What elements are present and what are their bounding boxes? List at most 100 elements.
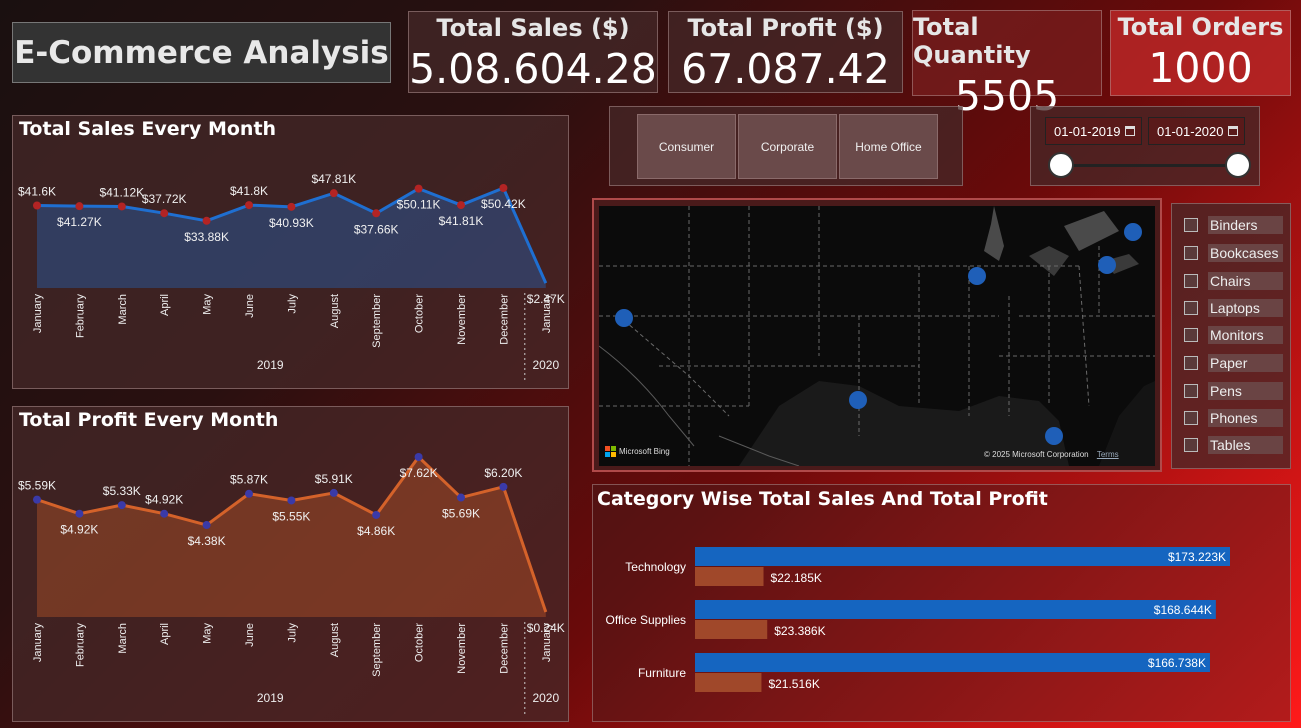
end-date-value: 01-01-2020: [1157, 123, 1224, 139]
kpi-value: 67.087.42: [681, 45, 890, 93]
data-point[interactable]: [372, 209, 381, 218]
data-point[interactable]: [160, 509, 169, 518]
checkbox[interactable]: [1184, 384, 1198, 398]
data-point[interactable]: [499, 482, 508, 491]
kpi-value: 5.08.604.28: [409, 45, 657, 93]
data-point[interactable]: [329, 189, 338, 198]
sub-category-item-paper[interactable]: Paper: [1184, 353, 1283, 373]
segment-button-home-office[interactable]: Home Office: [839, 114, 938, 179]
sub-category-slicer: Binders Bookcases Chairs Laptops Monitor…: [1171, 203, 1291, 469]
data-point[interactable]: [457, 493, 465, 502]
data-point[interactable]: [245, 489, 253, 498]
data-point[interactable]: [287, 496, 296, 505]
sub-category-item-binders[interactable]: Binders: [1184, 215, 1283, 235]
checkbox[interactable]: [1184, 438, 1198, 452]
checkbox[interactable]: [1184, 246, 1198, 260]
data-point[interactable]: [33, 495, 41, 504]
x-tick-label: June: [244, 623, 256, 647]
data-point[interactable]: [202, 521, 211, 530]
sub-category-item-tables[interactable]: Tables: [1184, 435, 1283, 455]
sub-category-item-chairs[interactable]: Chairs: [1184, 271, 1283, 291]
map-copyright: © 2025 Microsoft Corporation: [984, 450, 1089, 459]
x-tick-label: April: [159, 294, 171, 316]
data-label: $47.81K: [311, 172, 356, 186]
data-point[interactable]: [160, 209, 169, 218]
bar-profit[interactable]: [695, 620, 768, 639]
x-tick-label: November: [456, 294, 468, 345]
date-slider-start-handle[interactable]: [1048, 152, 1074, 178]
segment-button-consumer[interactable]: Consumer: [637, 114, 736, 179]
x-tick-label: July: [286, 294, 298, 314]
checkbox[interactable]: [1184, 301, 1198, 315]
data-label: $37.72K: [142, 192, 187, 206]
data-point[interactable]: [117, 501, 126, 510]
data-label: $41.81K: [439, 214, 484, 228]
bar-sales[interactable]: [695, 653, 1210, 672]
data-label: $23.386K: [774, 624, 825, 638]
bar-sales[interactable]: [695, 547, 1230, 566]
x-tick-label: January: [541, 623, 553, 663]
sub-category-label: Bookcases: [1208, 244, 1283, 262]
data-label: $22.185K: [771, 571, 822, 585]
sub-category-item-bookcases[interactable]: Bookcases: [1184, 243, 1283, 263]
data-point[interactable]: [329, 488, 338, 497]
data-point[interactable]: [287, 202, 296, 211]
checkbox[interactable]: [1184, 274, 1198, 288]
data-point[interactable]: [75, 509, 84, 518]
data-point[interactable]: [499, 184, 508, 192]
kpi-total-sales: Total Sales ($) 5.08.604.28: [408, 11, 658, 93]
checkbox[interactable]: [1184, 218, 1198, 232]
x-tick-label: August: [329, 623, 341, 657]
sub-category-item-laptops[interactable]: Laptops: [1184, 298, 1283, 318]
us-map[interactable]: Microsoft Bing © 2025 Microsoft Corporat…: [599, 206, 1155, 466]
data-point[interactable]: [457, 201, 465, 210]
end-date-input[interactable]: 01-01-2020: [1148, 117, 1245, 145]
data-label: $50.11K: [397, 198, 441, 212]
data-point[interactable]: [414, 453, 423, 461]
x-tick-label: February: [74, 294, 86, 339]
bar-sales[interactable]: [695, 600, 1216, 619]
calendar-icon[interactable]: [1228, 126, 1238, 136]
kpi-value: 1000: [1148, 44, 1253, 92]
x-tick-label: December: [498, 623, 510, 674]
data-point[interactable]: [414, 184, 423, 193]
x-tick-label: February: [74, 623, 86, 668]
data-label: $41.6K: [18, 184, 56, 198]
calendar-icon[interactable]: [1125, 126, 1135, 136]
data-label: $4.92K: [145, 493, 183, 507]
map-basemap: [599, 206, 1155, 466]
data-point[interactable]: [202, 216, 211, 225]
x-tick-label: October: [414, 294, 426, 333]
sub-category-label: Laptops: [1208, 299, 1283, 317]
sub-category-item-pens[interactable]: Pens: [1184, 381, 1283, 401]
map-location-marker: [615, 309, 633, 327]
start-date-input[interactable]: 01-01-2019: [1045, 117, 1142, 145]
data-point[interactable]: [75, 202, 84, 211]
checkbox[interactable]: [1184, 356, 1198, 370]
sub-category-label: Pens: [1208, 382, 1283, 400]
checkbox[interactable]: [1184, 411, 1198, 425]
data-label: $168.644K: [1154, 603, 1212, 617]
kpi-total-quantity: Total Quantity 5505: [912, 10, 1102, 120]
data-label: $166.738K: [1148, 656, 1206, 670]
x-tick-label: June: [244, 294, 256, 318]
bar-profit[interactable]: [695, 673, 762, 692]
date-slider-track[interactable]: [1061, 164, 1239, 167]
x-tick-label: March: [117, 623, 129, 654]
data-label: $41.8K: [230, 184, 268, 198]
segment-button-corporate[interactable]: Corporate: [738, 114, 837, 179]
data-point[interactable]: [372, 510, 381, 519]
sub-category-item-phones[interactable]: Phones: [1184, 408, 1283, 428]
data-label: $5.33K: [103, 484, 141, 498]
map-terms-link[interactable]: Terms: [1097, 450, 1119, 459]
map-location-marker: [1124, 223, 1142, 241]
data-point[interactable]: [245, 201, 253, 210]
x-tick-label: August: [329, 294, 341, 328]
dashboard-title-box: E-Commerce Analysis: [12, 22, 391, 83]
data-point[interactable]: [117, 202, 126, 211]
sub-category-item-monitors[interactable]: Monitors: [1184, 325, 1283, 345]
data-point[interactable]: [33, 201, 41, 210]
date-slider-end-handle[interactable]: [1225, 152, 1251, 178]
checkbox[interactable]: [1184, 328, 1198, 342]
bar-profit[interactable]: [695, 567, 764, 586]
